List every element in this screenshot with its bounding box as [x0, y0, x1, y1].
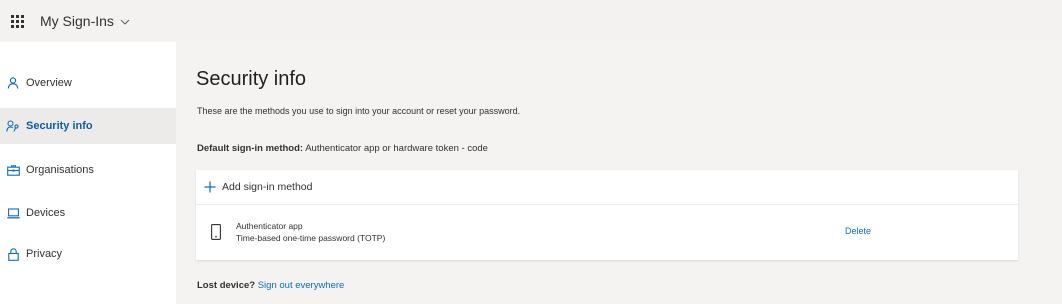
sidebar-item-privacy[interactable]: Privacy [0, 236, 176, 272]
sidebar-item-security-info[interactable]: Security info [0, 108, 176, 144]
waffle-icon[interactable] [11, 13, 27, 29]
chevron-down-icon [120, 16, 130, 28]
sidebar-item-overview[interactable]: Overview [0, 65, 176, 101]
sign-in-methods-card: Add sign-in method Authenticator app Tim… [196, 170, 1018, 260]
page-title: Security info [196, 68, 307, 90]
security-key-person-icon [6, 119, 20, 133]
default-sign-in-method: Default sign-in method: Authenticator ap… [197, 143, 488, 154]
briefcase-icon [6, 163, 20, 177]
app-title: My Sign-Ins [40, 13, 114, 29]
sidebar-item-organisations[interactable]: Organisations [0, 152, 176, 188]
phone-icon [210, 223, 222, 241]
plus-icon [204, 181, 216, 193]
add-sign-in-method-button[interactable]: Add sign-in method [196, 170, 1018, 205]
method-detail: Time-based one-time password (TOTP) [236, 233, 386, 243]
sidebar-item-label: Privacy [26, 248, 63, 260]
add-sign-in-method-label: Add sign-in method [222, 181, 313, 193]
default-method-value: Authenticator app or hardware token - co… [305, 143, 488, 154]
lock-icon [6, 247, 20, 261]
default-method-label: Default sign-in method: [197, 143, 304, 154]
method-row: Authenticator app Time-based one-time pa… [196, 205, 1018, 259]
top-header: My Sign-Ins [0, 0, 1062, 42]
sidebar-item-label: Overview [26, 77, 72, 89]
lost-device: Lost device? Sign out everywhere [197, 280, 344, 291]
page-description: These are the methods you use to sign in… [197, 106, 521, 116]
sidebar-item-label: Organisations [26, 164, 94, 176]
sidebar-nav: Overview Security info Organisations Dev… [0, 42, 176, 304]
method-info: Authenticator app Time-based one-time pa… [236, 221, 385, 243]
sidebar-item-devices[interactable]: Devices [0, 195, 176, 231]
sign-out-everywhere-link[interactable]: Sign out everywhere [258, 280, 345, 291]
method-name: Authenticator app [236, 221, 303, 231]
lost-device-label: Lost device? [197, 280, 256, 291]
app-switcher[interactable]: My Sign-Ins [40, 13, 130, 29]
sidebar-item-label: Devices [26, 207, 66, 219]
laptop-icon [6, 206, 20, 220]
main-content: Security info These are the methods you … [176, 42, 1062, 304]
sidebar-item-label: Security info [26, 120, 93, 132]
delete-method-link[interactable]: Delete [845, 226, 871, 236]
person-icon [6, 76, 20, 90]
